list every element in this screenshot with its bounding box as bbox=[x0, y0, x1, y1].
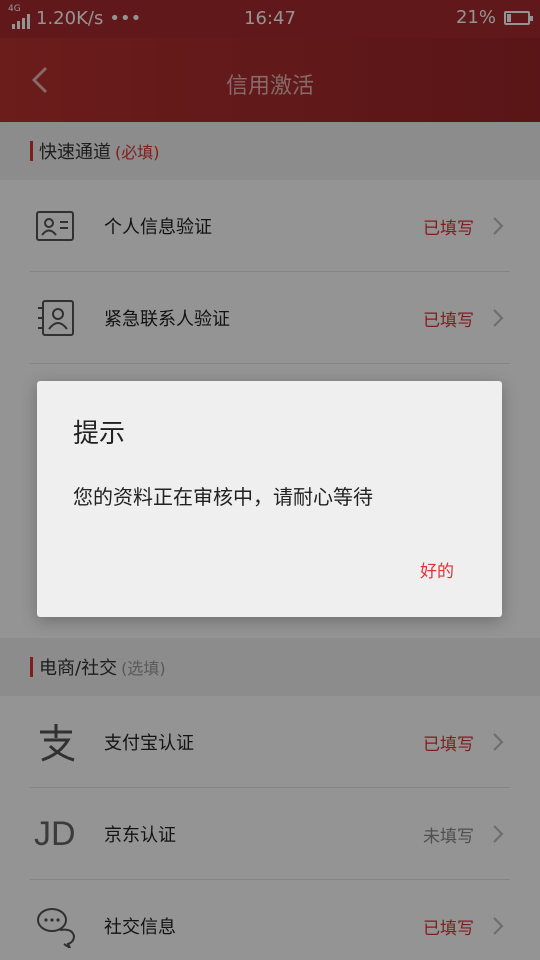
alert-dialog: 提示 您的资料正在审核中，请耐心等待 好的 bbox=[37, 381, 502, 617]
dialog-title: 提示 bbox=[73, 419, 126, 449]
ok-button[interactable]: 好的 bbox=[420, 557, 454, 582]
dialog-message: 您的资料正在审核中，请耐心等待 bbox=[73, 485, 373, 509]
